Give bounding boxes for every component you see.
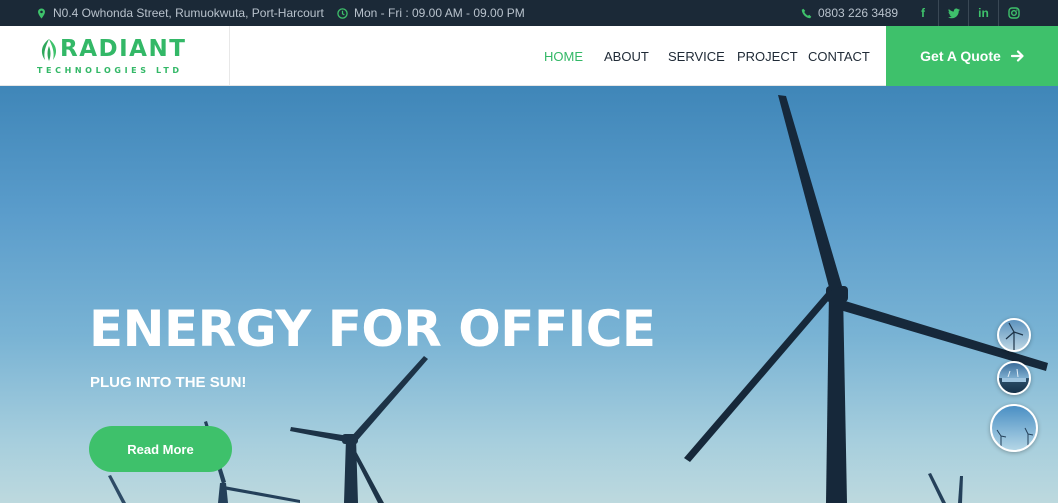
leaf-icon (41, 39, 57, 61)
logo-name: RADIANT (60, 36, 187, 62)
address-info: N0.4 Owhonda Street, Rumuokwuta, Port-Ha… (36, 0, 324, 26)
facebook-icon[interactable]: f (908, 0, 938, 26)
hero-slider: ENERGY FOR OFFICE PLUG INTO THE SUN! Rea… (0, 86, 1058, 503)
instagram-icon[interactable] (998, 0, 1028, 26)
get-quote-label: Get A Quote (920, 48, 1001, 64)
hours-info: Mon - Fri : 09.00 AM - 09.00 PM (337, 0, 525, 26)
company-logo[interactable]: RADIANT TECHNOLOGIES LTD (0, 26, 230, 86)
nav-project[interactable]: PROJECT (737, 26, 798, 86)
read-more-button[interactable]: Read More (89, 426, 232, 472)
social-links: f in (908, 0, 1028, 26)
nav-contact[interactable]: CONTACT (808, 26, 870, 86)
slide-thumbnail-1[interactable] (997, 318, 1031, 352)
map-pin-icon (38, 7, 45, 19)
nav-home[interactable]: HOME (544, 26, 583, 86)
main-header: RADIANT TECHNOLOGIES LTD HOME ABOUT SERV… (0, 26, 1058, 86)
hours-text: Mon - Fri : 09.00 AM - 09.00 PM (354, 6, 525, 20)
logo-subtitle: TECHNOLOGIES LTD (37, 66, 183, 75)
hero-subtitle: PLUG INTO THE SUN! (90, 374, 247, 391)
phone-info[interactable]: 0803 226 3489 (801, 0, 898, 26)
arrow-right-icon (1010, 50, 1024, 62)
address-text: N0.4 Owhonda Street, Rumuokwuta, Port-Ha… (53, 6, 324, 20)
linkedin-icon[interactable]: in (968, 0, 998, 26)
hero-title: ENERGY FOR OFFICE (89, 300, 656, 358)
clock-icon (337, 7, 348, 19)
phone-text: 0803 226 3489 (818, 6, 899, 20)
get-quote-button[interactable]: Get A Quote (886, 26, 1058, 86)
phone-icon (801, 8, 812, 18)
slide-thumbnail-2[interactable] (997, 361, 1031, 395)
nav-service[interactable]: SERVICE (668, 26, 725, 86)
slide-thumbnail-3[interactable] (990, 404, 1038, 452)
top-info-bar: N0.4 Owhonda Street, Rumuokwuta, Port-Ha… (0, 0, 1058, 26)
nav-about[interactable]: ABOUT (604, 26, 649, 86)
twitter-icon[interactable] (938, 0, 968, 26)
